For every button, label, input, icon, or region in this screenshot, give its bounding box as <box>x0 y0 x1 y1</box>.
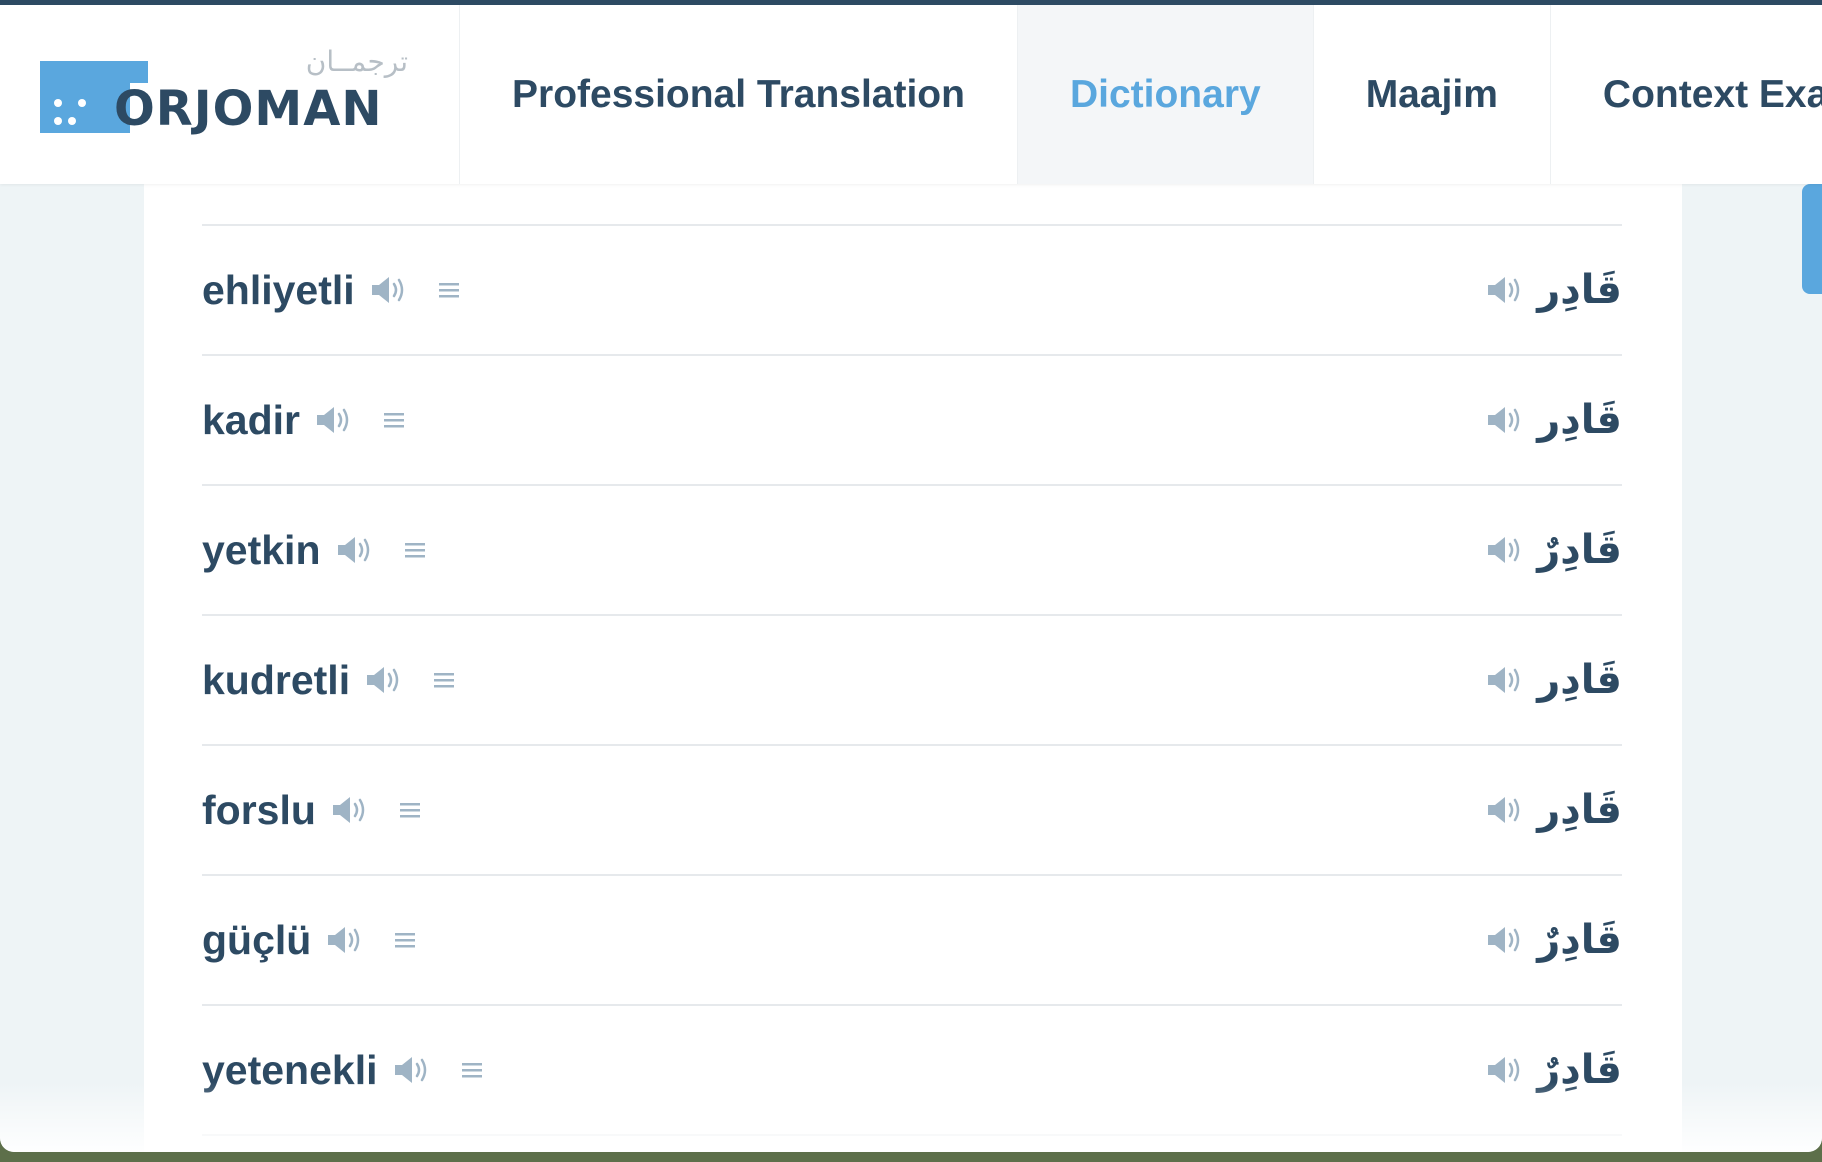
browser-window: ORJOMAN ترجمــان Professional Translatio… <box>0 0 1822 1152</box>
speaker-icon[interactable] <box>1485 792 1525 828</box>
speaker-icon[interactable] <box>1485 532 1525 568</box>
turkish-word[interactable]: kudretli <box>202 657 350 704</box>
logo-dots-icon <box>48 95 98 129</box>
nav-dictionary[interactable]: Dictionary <box>1016 5 1313 184</box>
translation-row: ehliyetli قَادِر <box>202 226 1622 356</box>
arabic-translation[interactable]: قَادِر <box>1537 397 1622 443</box>
speaker-icon[interactable] <box>335 532 375 568</box>
translation-row: forslu قَادِر <box>202 746 1622 876</box>
speaker-icon[interactable] <box>325 922 365 958</box>
turkish-word[interactable]: kadir <box>202 397 300 444</box>
translation-row: kudretli قَادِر <box>202 616 1622 746</box>
arabic-translation[interactable]: قَادِر <box>1537 787 1622 833</box>
nav-maajim[interactable]: Maajim <box>1312 5 1550 184</box>
menu-lines-icon[interactable] <box>403 540 427 560</box>
arabic-translation[interactable]: قَادِرٌ <box>1537 527 1622 573</box>
speaker-icon[interactable] <box>1485 662 1525 698</box>
turkish-word[interactable]: yetenekli <box>202 1047 378 1094</box>
translation-row: yetenekli قَادِرٌ <box>202 1006 1622 1136</box>
menu-lines-icon[interactable] <box>460 1060 484 1080</box>
turkish-word[interactable]: forslu <box>202 787 316 834</box>
menu-lines-icon[interactable] <box>382 410 406 430</box>
turkish-word[interactable]: ehliyetli <box>202 267 355 314</box>
arabic-translation[interactable]: قَادِرٌ <box>1537 917 1622 963</box>
speaker-icon[interactable] <box>314 402 354 438</box>
arabic-translation[interactable]: قَادِر <box>1537 657 1622 703</box>
nav-professional-translation[interactable]: Professional Translation <box>459 5 1017 184</box>
speaker-icon[interactable] <box>330 792 370 828</box>
translation-row: yetkin قَادِرٌ <box>202 486 1622 616</box>
translation-list: ehliyetli قَادِر kadir قَادِر yetkin قَا… <box>202 224 1622 1136</box>
arabic-translation[interactable]: قَادِر <box>1537 267 1622 313</box>
menu-lines-icon[interactable] <box>432 670 456 690</box>
menu-lines-icon[interactable] <box>437 280 461 300</box>
turkish-word[interactable]: yetkin <box>202 527 321 574</box>
main-nav: Professional Translation Dictionary Maaj… <box>459 5 1822 184</box>
nav-context-examples[interactable]: Context Exa <box>1549 5 1822 184</box>
logo-mark-notch <box>110 61 148 83</box>
turkish-word[interactable]: güçlü <box>202 917 311 964</box>
translation-row: kadir قَادِر <box>202 356 1622 486</box>
speaker-icon[interactable] <box>1485 1052 1525 1088</box>
speaker-icon[interactable] <box>1485 272 1525 308</box>
logo-arabic-text: ترجمــان <box>305 45 408 78</box>
top-navigation-bar: ORJOMAN ترجمــان Professional Translatio… <box>0 0 1822 184</box>
logo-text: ORJOMAN <box>114 81 383 137</box>
torjoman-logo[interactable]: ORJOMAN ترجمــان <box>38 45 408 143</box>
menu-lines-icon[interactable] <box>393 930 417 950</box>
speaker-icon[interactable] <box>1485 402 1525 438</box>
menu-lines-icon[interactable] <box>398 800 422 820</box>
speaker-icon[interactable] <box>392 1052 432 1088</box>
arabic-translation[interactable]: قَادِرٌ <box>1537 1047 1622 1093</box>
speaker-icon[interactable] <box>369 272 409 308</box>
dictionary-results-card: ehliyetli قَادِر kadir قَادِر yetkin قَا… <box>144 184 1682 1152</box>
translation-row: güçlü قَادِرٌ <box>202 876 1622 1006</box>
side-feedback-tab[interactable] <box>1802 184 1822 294</box>
speaker-icon[interactable] <box>364 662 404 698</box>
speaker-icon[interactable] <box>1485 922 1525 958</box>
